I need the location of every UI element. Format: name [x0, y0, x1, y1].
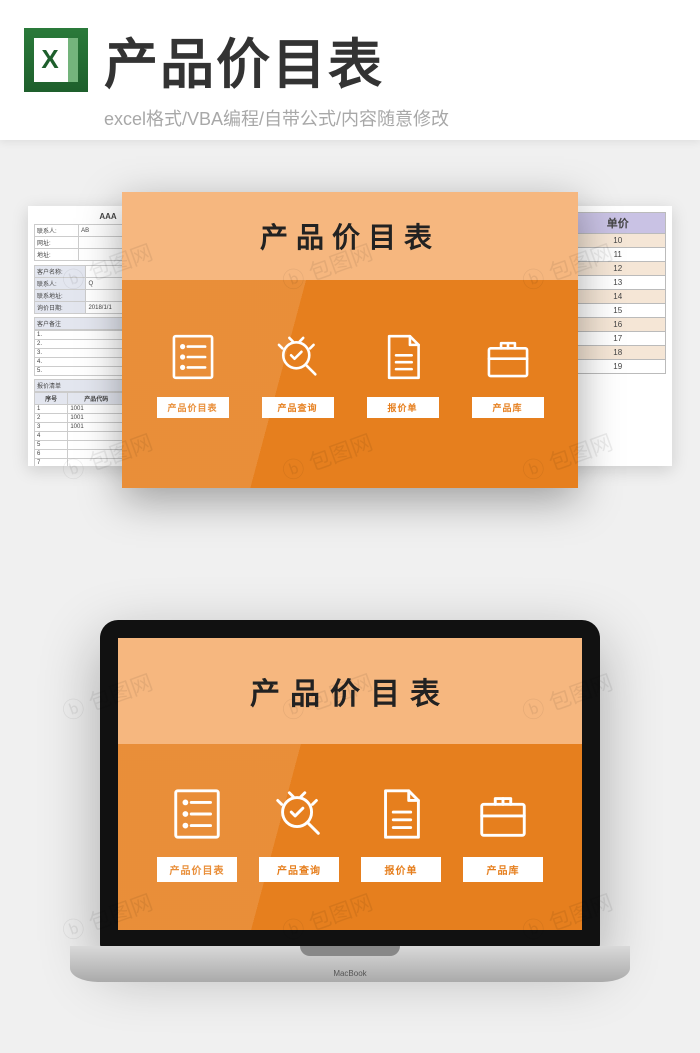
analytics-icon [272, 331, 324, 383]
nav-item-1[interactable]: 产品查询 [259, 785, 339, 882]
document-icon [372, 785, 430, 843]
nav-item-3[interactable]: 产品库 [463, 785, 543, 882]
card-nav-button-3[interactable]: 产品库 [472, 397, 544, 418]
main-card: 产品价目表 产品价目表产品查询报价单产品库 [122, 192, 578, 488]
laptop-nav-button-2[interactable]: 报价单 [361, 857, 441, 882]
laptop-card-title: 产品价目表 [118, 638, 582, 744]
laptop-mockup: 产品价目表 产品价目表产品查询报价单产品库 MacBook [0, 620, 700, 1040]
list-icon [168, 785, 226, 843]
nav-item-3[interactable]: 产品库 [472, 331, 544, 418]
page-title: 产品价目表 [104, 20, 384, 99]
nav-item-0[interactable]: 产品价目表 [157, 785, 237, 882]
card-nav-button-1[interactable]: 产品查询 [262, 397, 334, 418]
nav-item-2[interactable]: 报价单 [361, 785, 441, 882]
card-nav-button-2[interactable]: 报价单 [367, 397, 439, 418]
laptop-card-nav: 产品价目表产品查询报价单产品库 [118, 744, 582, 930]
card-title: 产品价目表 [122, 192, 578, 280]
header: X 产品价目表 excel格式/VBA编程/自带公式/内容随意修改 [0, 0, 700, 140]
document-icon [377, 331, 429, 383]
laptop-nav-button-0[interactable]: 产品价目表 [157, 857, 237, 882]
laptop-screen-frame: 产品价目表 产品价目表产品查询报价单产品库 [100, 620, 600, 950]
laptop-nav-button-1[interactable]: 产品查询 [259, 857, 339, 882]
nav-item-2[interactable]: 报价单 [367, 331, 439, 418]
laptop-nav-button-3[interactable]: 产品库 [463, 857, 543, 882]
card-nav-button-0[interactable]: 产品价目表 [157, 397, 229, 418]
nav-item-1[interactable]: 产品查询 [262, 331, 334, 418]
list-icon [167, 331, 219, 383]
analytics-icon [270, 785, 328, 843]
page-subtitle: excel格式/VBA编程/自带公式/内容随意修改 [104, 105, 670, 131]
laptop-brand: MacBook [70, 969, 630, 978]
nav-item-0[interactable]: 产品价目表 [157, 331, 229, 418]
card-nav: 产品价目表 产品查询 报价单 产品库 [122, 280, 578, 488]
briefcase-icon [482, 331, 534, 383]
excel-icon: X [24, 28, 88, 92]
briefcase-icon [474, 785, 532, 843]
preview-stage: AAA 联系人:AB网址:地址: 客户名称:联系人:Q联系地址:询价日期:201… [0, 200, 700, 540]
laptop-base: MacBook [70, 946, 630, 982]
